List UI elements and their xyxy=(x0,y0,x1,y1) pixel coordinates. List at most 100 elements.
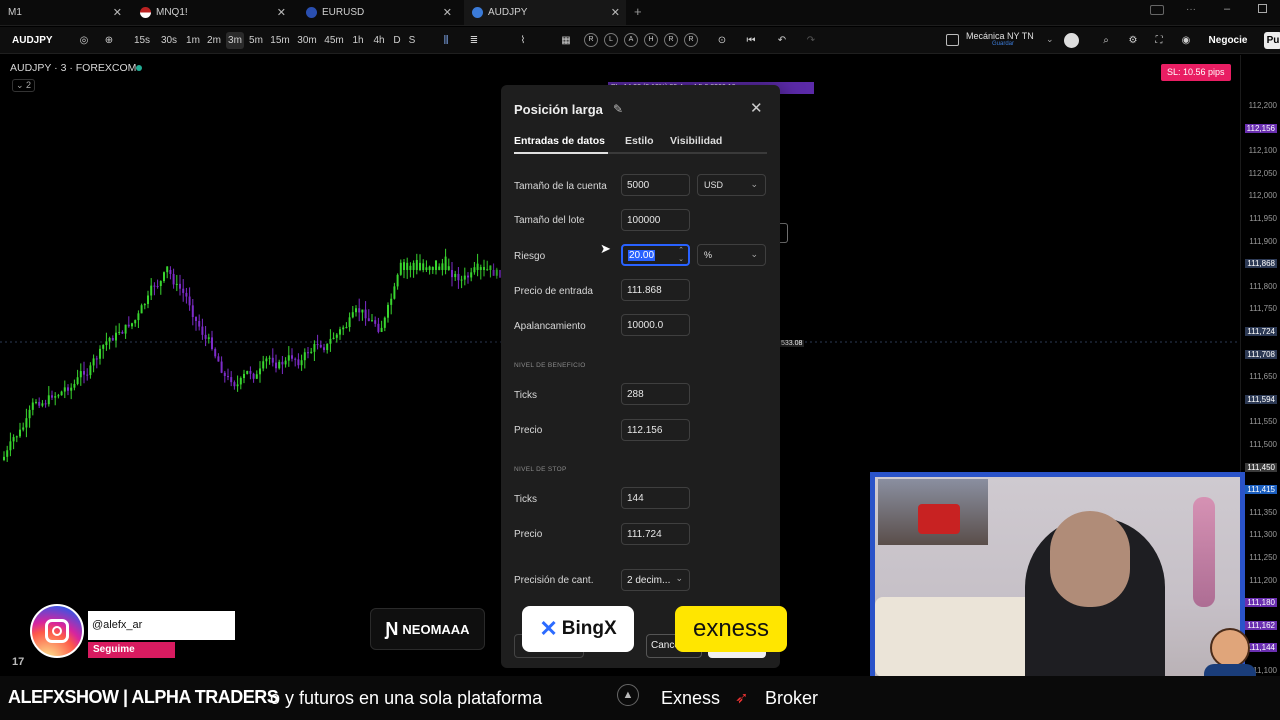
risk-input[interactable]: 20.00 ⌃ ⌄ xyxy=(621,244,690,266)
indicators-icon[interactable]: ≣ xyxy=(466,32,482,49)
search-icon[interactable]: ⌕ xyxy=(1098,32,1114,49)
stop-price-input[interactable]: 111.724 xyxy=(621,523,690,545)
interval-3m[interactable]: 3m xyxy=(226,32,244,49)
close-icon[interactable]: ✕ xyxy=(277,6,286,19)
avatar[interactable] xyxy=(1064,33,1079,48)
interval-S[interactable]: S xyxy=(406,32,418,49)
candle-body xyxy=(198,320,201,327)
replay-button-2[interactable]: A xyxy=(624,33,638,47)
candle-body xyxy=(262,361,265,369)
candle-body xyxy=(73,383,76,388)
tab-visibility[interactable]: Visibilidad xyxy=(670,135,722,147)
candle-body xyxy=(99,348,101,359)
leverage-input[interactable]: 10000.0 xyxy=(621,314,690,336)
close-icon[interactable]: ✕ xyxy=(113,6,122,19)
new-tab-button[interactable]: + xyxy=(634,4,642,19)
candles-icon[interactable]: ⫼ xyxy=(438,32,454,49)
redo-icon[interactable]: ↷ xyxy=(803,32,819,49)
trade-button[interactable]: Negocie xyxy=(1206,32,1250,49)
interval-30s[interactable]: 30s xyxy=(157,32,181,49)
interval-45m[interactable]: 45m xyxy=(322,32,346,49)
browser-tab-mnq[interactable]: MNQ1! ✕ xyxy=(132,0,292,25)
risk-unit-select[interactable]: % ⌄ xyxy=(697,244,766,266)
rewind-icon[interactable]: ⏮ xyxy=(743,32,759,49)
stepper-icon[interactable]: ⌃ ⌄ xyxy=(678,246,684,264)
browser-tab-eurusd[interactable]: EURUSD ✕ xyxy=(298,0,458,25)
interval-D[interactable]: D xyxy=(391,32,403,49)
candle-body xyxy=(76,377,79,384)
lot-size-input[interactable]: 100000 xyxy=(621,209,690,231)
plant xyxy=(1193,497,1215,607)
position-handle[interactable] xyxy=(780,223,788,243)
layout-name[interactable]: Mecánica NY TN xyxy=(966,31,1034,41)
publish-button[interactable]: Pu xyxy=(1264,32,1280,49)
candle-body xyxy=(492,270,495,276)
price-label: 112,200 xyxy=(1248,101,1277,110)
candle-body xyxy=(31,402,34,410)
profit-ticks-input[interactable]: 288 xyxy=(621,383,690,405)
stop-ticks-input[interactable]: 144 xyxy=(621,487,690,509)
tradingview-icon xyxy=(472,7,483,18)
chevron-down-icon: ⌄ xyxy=(750,249,758,259)
interval-1h[interactable]: 1h xyxy=(349,32,367,49)
price-scale[interactable]: 112,200 112,156 112,100 112,050 112,000 111,9… xyxy=(1240,55,1280,675)
close-icon[interactable]: ✕ xyxy=(750,99,763,117)
candle-body xyxy=(364,309,367,319)
replay-button-4[interactable]: R xyxy=(664,33,678,47)
candle-body xyxy=(159,281,162,286)
gear-icon[interactable]: ⚙ xyxy=(1125,32,1141,49)
edit-icon[interactable]: ✎ xyxy=(613,102,623,116)
candle-body xyxy=(95,358,98,360)
currency-select[interactable]: USD ⌄ xyxy=(697,174,766,196)
interval-30m[interactable]: 30m xyxy=(295,32,319,49)
price-label: 112,000 xyxy=(1248,191,1277,201)
tab-style[interactable]: Estilo xyxy=(625,135,654,147)
entry-price-input[interactable]: 111.868 xyxy=(621,279,690,301)
interval-1m[interactable]: 1m xyxy=(184,32,202,49)
add-symbol-icon[interactable]: ⊕ xyxy=(102,32,116,49)
candle-body xyxy=(390,298,393,305)
candle-body xyxy=(89,365,92,376)
qty-precision-select[interactable]: 2 decim... ⌄ xyxy=(621,569,690,591)
replay-button-3[interactable]: H xyxy=(644,33,658,47)
undo-icon[interactable]: ↶ xyxy=(774,32,790,49)
fullscreen-icon[interactable]: ⛶ xyxy=(1151,32,1167,49)
close-icon[interactable]: ✕ xyxy=(611,6,620,19)
tab-inputs[interactable]: Entradas de datos xyxy=(514,135,605,147)
interval-15s[interactable]: 15s xyxy=(130,32,154,49)
account-size-input[interactable]: 5000 xyxy=(621,174,690,196)
interval-4h[interactable]: 4h xyxy=(370,32,388,49)
interval-2m[interactable]: 2m xyxy=(205,32,223,49)
symbol-search[interactable]: AUDJPY xyxy=(6,32,72,49)
profit-price-input[interactable]: 112.156 xyxy=(621,419,690,441)
screen-icon[interactable] xyxy=(1150,5,1164,15)
candle-body xyxy=(172,273,175,285)
interval-15m[interactable]: 15m xyxy=(268,32,292,49)
templates-icon[interactable]: ▦ xyxy=(558,32,574,49)
browser-tab-audjpy[interactable]: AUDJPY ✕ xyxy=(464,0,626,25)
alert-icon[interactable]: ⊙ xyxy=(714,32,730,49)
interval-5m[interactable]: 5m xyxy=(247,32,265,49)
chevron-down-icon[interactable]: ⌄ xyxy=(1046,34,1054,45)
candle-body xyxy=(41,403,44,406)
compare-icon[interactable]: ◎ xyxy=(77,32,91,49)
candle-body xyxy=(300,360,303,366)
camera-icon[interactable]: ◉ xyxy=(1178,32,1194,49)
layout-save-label[interactable]: Guardar xyxy=(992,41,1014,47)
lot-size-label: Tamaño del lote xyxy=(514,215,585,226)
close-icon[interactable]: ✕ xyxy=(443,6,452,19)
eu-flag-icon xyxy=(306,7,317,18)
candle-body xyxy=(287,355,290,361)
browser-tab-m1[interactable]: M1 ✕ xyxy=(0,0,128,25)
maximize-icon[interactable] xyxy=(1258,4,1267,13)
candle-body xyxy=(60,391,63,396)
replay-button-0[interactable]: R xyxy=(584,33,598,47)
candle-body xyxy=(217,356,220,362)
more-icon[interactable]: ··· xyxy=(1186,4,1196,15)
replay-button-5[interactable]: R xyxy=(684,33,698,47)
minimize-icon[interactable]: – xyxy=(1224,3,1230,15)
entry-price-label: Precio de entrada xyxy=(514,286,593,297)
chart-type-icon[interactable]: ⌇ xyxy=(515,32,531,49)
layout-icon[interactable] xyxy=(946,34,959,46)
replay-button-1[interactable]: L xyxy=(604,33,618,47)
